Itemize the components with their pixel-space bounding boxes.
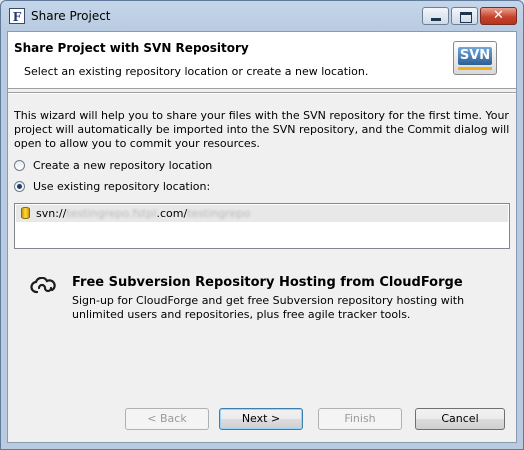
app-icon: F <box>9 8 25 24</box>
url-path-blurred: testingrepo <box>187 207 251 220</box>
url-prefix: svn:// <box>36 207 67 220</box>
wizard-banner: Share Project with SVN Repository Select… <box>8 32 516 89</box>
svn-logo-stripe <box>458 67 492 70</box>
use-existing-radio[interactable] <box>14 181 25 192</box>
svn-logo-text: SVN <box>458 47 492 65</box>
next-button[interactable]: Next > <box>219 408 303 430</box>
finish-button[interactable]: Finish <box>318 408 402 430</box>
radio-selected-dot <box>17 184 22 189</box>
intro-text: This wizard will help you to share your … <box>14 109 510 150</box>
share-project-dialog: F Share Project ✕ Share Project with SVN… <box>0 0 524 450</box>
create-new-label: Create a new repository location <box>33 159 213 172</box>
minimize-icon <box>431 18 441 21</box>
repository-list-item[interactable]: svn://testingrepo.fstpl.com/testingrepo <box>16 205 508 222</box>
back-button[interactable]: < Back <box>125 408 209 430</box>
maximize-icon <box>460 12 472 23</box>
minimize-button[interactable] <box>422 7 449 25</box>
maximize-button[interactable] <box>451 7 478 25</box>
promo-text: Sign-up for CloudForge and get free Subv… <box>72 294 465 321</box>
repository-url: svn://testingrepo.fstpl.com/testingrepo <box>36 207 250 220</box>
cancel-button[interactable]: Cancel <box>415 408 505 430</box>
page-title: Share Project with SVN Repository <box>14 41 249 55</box>
cloudforge-icon <box>30 277 56 294</box>
close-button[interactable]: ✕ <box>480 7 517 25</box>
url-mid: .com/ <box>156 207 188 220</box>
repository-icon <box>21 207 30 219</box>
title-bar[interactable]: F Share Project ✕ <box>1 1 523 31</box>
close-icon: ✕ <box>493 8 504 23</box>
banner-separator <box>8 92 516 94</box>
url-host-blurred: testingrepo.fstpl <box>66 207 157 220</box>
create-new-radio[interactable] <box>14 160 25 171</box>
dialog-body: Share Project with SVN Repository Select… <box>7 31 517 443</box>
svn-logo-icon: SVN <box>453 41 497 75</box>
repository-list[interactable]: svn://testingrepo.fstpl.com/testingrepo <box>14 203 510 249</box>
page-description: Select an existing repository location o… <box>24 65 369 78</box>
window-title: Share Project <box>31 9 111 23</box>
use-existing-label: Use existing repository location: <box>33 180 211 193</box>
promo-title-link[interactable]: Free Subversion Repository Hosting from … <box>72 275 463 290</box>
